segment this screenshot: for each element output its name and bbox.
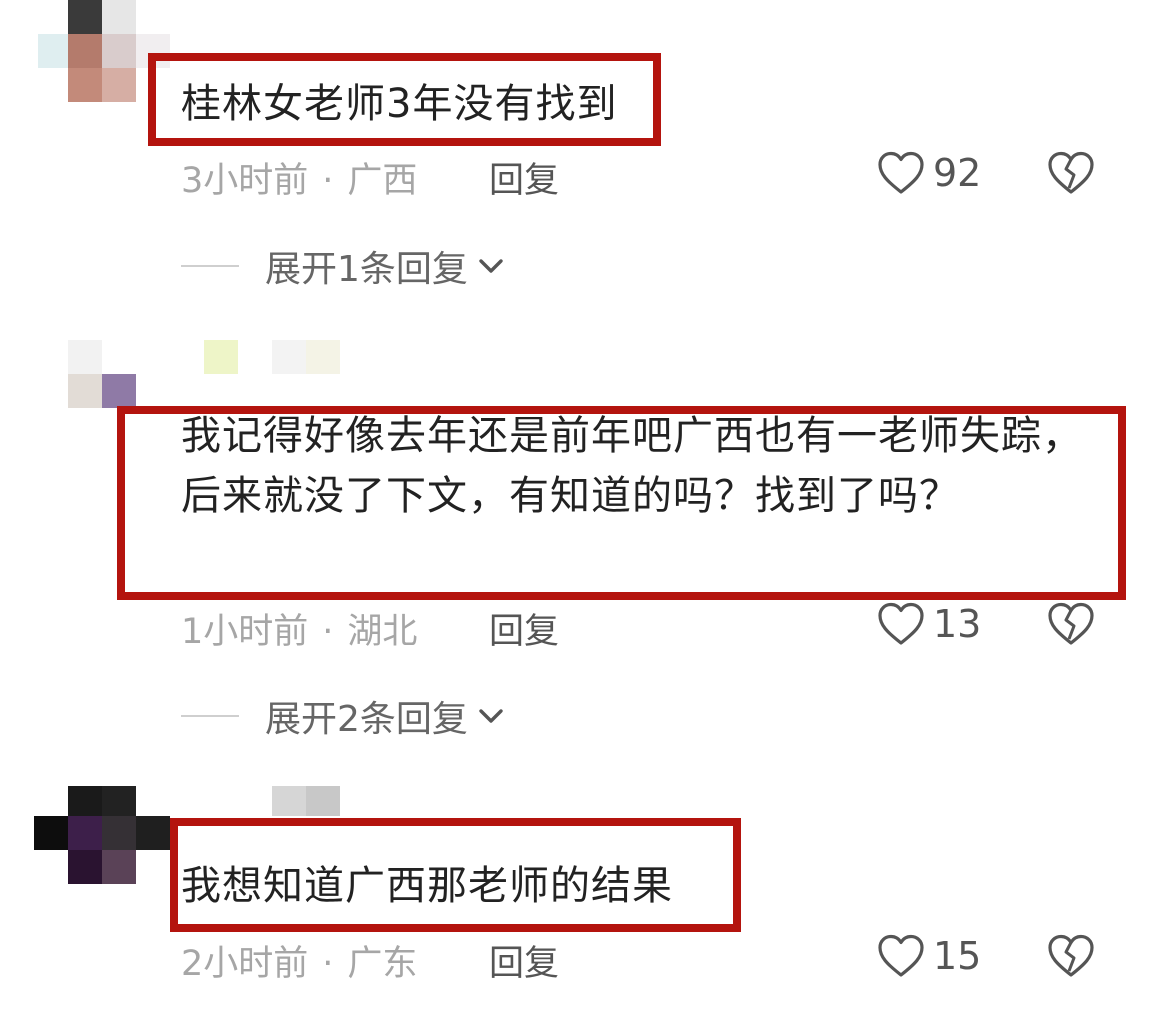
like-count: 15: [933, 934, 982, 978]
comment-time: 2小时前: [181, 944, 309, 984]
broken-heart-icon[interactable]: [1047, 933, 1095, 979]
comment-location: 广东: [347, 944, 418, 984]
heart-outline-icon: [878, 934, 924, 977]
reply-button[interactable]: 回复: [489, 935, 559, 986]
highlight-box: [170, 818, 741, 932]
comment-item: 我想知道广西那老师的结果 2小时前 · 广东 回复 15: [0, 0, 1152, 1029]
username-blurred: [306, 786, 340, 816]
username-blurred: [272, 786, 306, 816]
avatar[interactable]: [34, 786, 170, 886]
meta-separator: ·: [322, 944, 334, 984]
like-button[interactable]: 15: [877, 933, 981, 979]
comment-meta: 2小时前 · 广东: [181, 935, 417, 986]
